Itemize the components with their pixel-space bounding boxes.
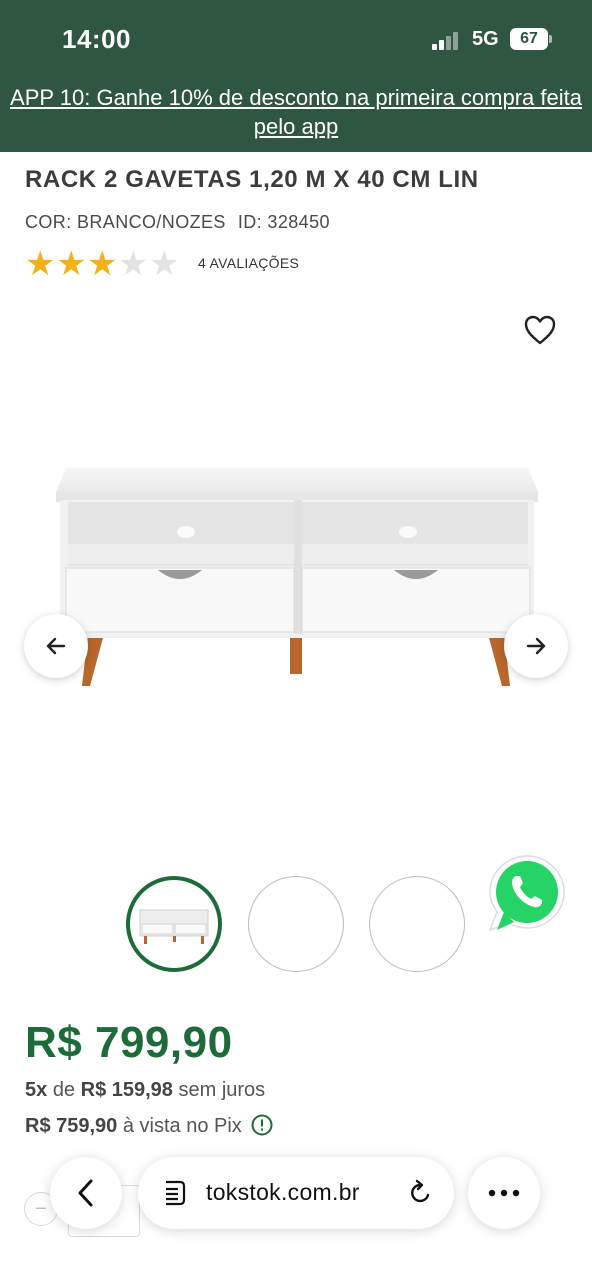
arrow-left-icon: [46, 637, 66, 655]
page-lines-icon: [166, 1180, 186, 1206]
pix-line: R$ 759,90 à vista no Pix: [25, 1114, 273, 1138]
info-icon[interactable]: [251, 1114, 273, 1136]
product-price: R$ 799,90: [25, 1018, 233, 1067]
whatsapp-icon[interactable]: [484, 850, 570, 936]
signal-icon: [432, 30, 462, 50]
installments-line: 5x de R$ 159,98 sem juros: [25, 1079, 265, 1102]
battery-tip: [549, 35, 552, 43]
installments-value: R$ 159,98: [80, 1079, 173, 1101]
star-icon: ★: [149, 245, 180, 283]
thumbnail-2[interactable]: [248, 876, 344, 972]
review-count[interactable]: 4 AVALIAÇÕES: [198, 255, 299, 271]
pix-suffix: à vista no Pix: [122, 1115, 242, 1137]
thumbnail-3[interactable]: [369, 876, 465, 972]
url-text: tokstok.com.br: [206, 1179, 360, 1205]
installments-de: de: [52, 1079, 76, 1101]
address-bar[interactable]: tokstok.com.br: [138, 1157, 454, 1229]
color-label: COR: BRANCO/NOZES: [25, 212, 226, 232]
browser-back-button[interactable]: [50, 1157, 122, 1229]
reload-icon[interactable]: [408, 1179, 434, 1207]
arrow-right-icon: [526, 637, 546, 655]
installments-suffix: sem juros: [178, 1079, 266, 1101]
product-id: ID: 328450: [237, 212, 330, 232]
battery-icon: 67: [510, 28, 548, 50]
status-bar: 14:00 5G 67: [0, 0, 592, 78]
browser-more-button[interactable]: [468, 1157, 540, 1229]
product-gallery[interactable]: [0, 300, 592, 860]
chevron-left-icon: [78, 1179, 93, 1207]
status-time: 14:00: [62, 24, 131, 54]
more-dots-icon: [488, 1189, 520, 1197]
product-meta: COR: BRANCO/NOZES ID: 328450: [25, 212, 330, 233]
installments-count: 5x: [25, 1079, 48, 1101]
prev-image-button[interactable]: [24, 614, 88, 678]
star-icon: ★: [118, 245, 149, 283]
star-icon: ★: [56, 245, 87, 283]
star-icon: ★: [25, 245, 56, 283]
thumbnail-image: [139, 909, 209, 944]
thumbnail-1[interactable]: [126, 876, 222, 972]
product-image: [56, 468, 538, 686]
network-type: 5G: [472, 28, 499, 50]
star-icon: ★: [87, 245, 118, 283]
heart-outline-icon[interactable]: [522, 312, 558, 348]
next-image-button[interactable]: [504, 614, 568, 678]
pix-value: R$ 759,90: [25, 1115, 118, 1137]
promo-banner[interactable]: APP 10: Ganhe 10% de desconto na primeir…: [0, 78, 592, 152]
product-title: RACK 2 GAVETAS 1,20 M X 40 CM LIN: [25, 166, 479, 193]
